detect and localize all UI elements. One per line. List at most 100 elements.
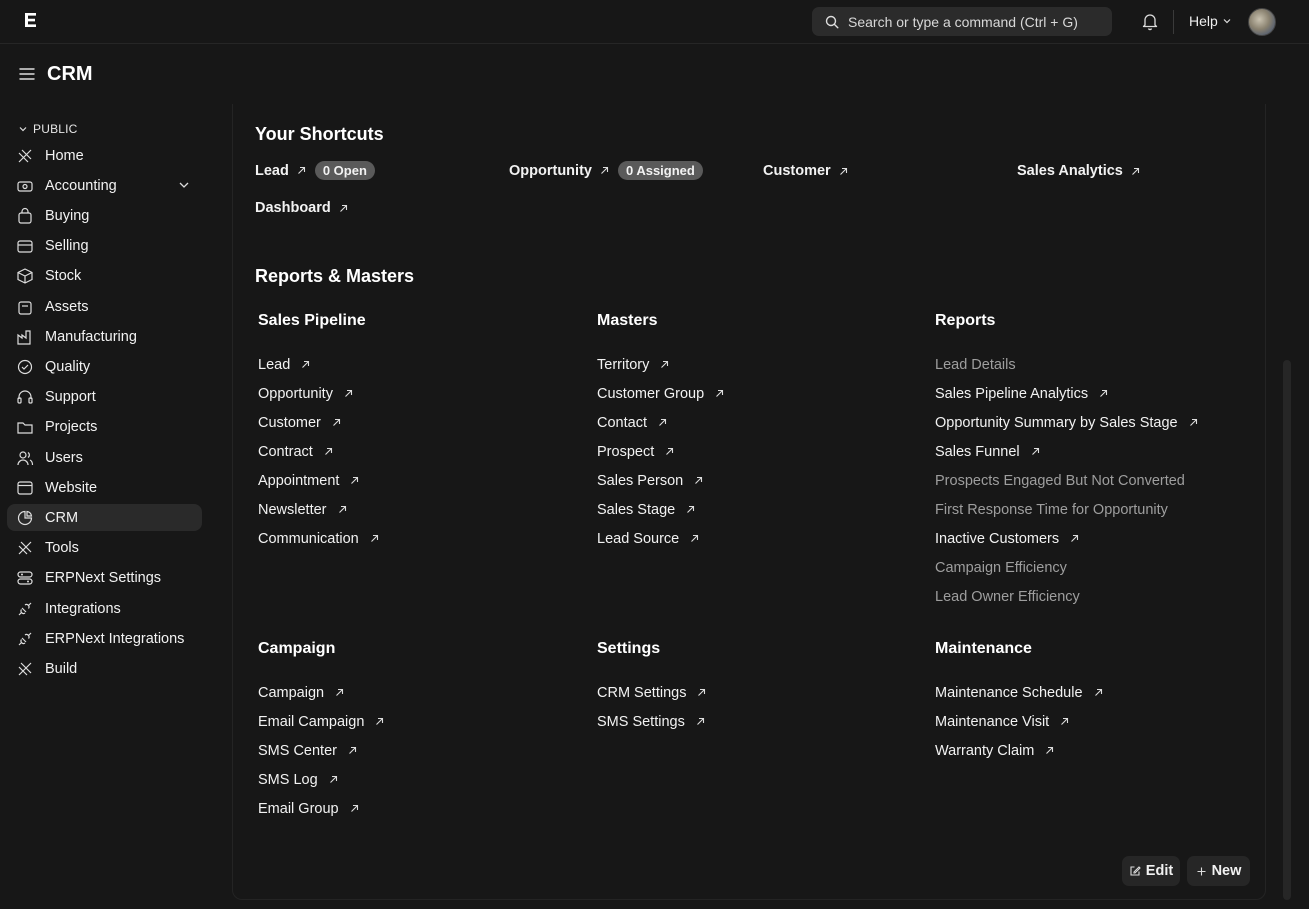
selling-icon: [16, 237, 34, 255]
link-item[interactable]: Opportunity: [258, 379, 578, 408]
user-avatar[interactable]: [1248, 8, 1276, 36]
search-bar[interactable]: Search or type a command (Ctrl + G): [812, 7, 1112, 36]
link-item[interactable]: Communication: [258, 524, 578, 553]
link-item[interactable]: Territory: [597, 350, 917, 379]
link-item[interactable]: Sales Person: [597, 466, 917, 495]
quality-icon: [16, 358, 34, 376]
sidebar-item-quality[interactable]: Quality: [7, 354, 202, 381]
scrollbar[interactable]: [1283, 360, 1291, 900]
link-label: SMS Settings: [597, 713, 685, 730]
sidebar-item-buying[interactable]: Buying: [7, 203, 202, 230]
link-label: SMS Log: [258, 771, 318, 788]
notification-bell-icon[interactable]: [1141, 12, 1159, 34]
sidebar-item-website[interactable]: Website: [7, 474, 202, 501]
arrow-up-right-icon: [329, 775, 337, 783]
link-item[interactable]: Campaign Efficiency: [935, 553, 1255, 582]
help-dropdown[interactable]: Help: [1189, 13, 1232, 29]
link-item[interactable]: First Response Time for Opportunity: [935, 495, 1255, 524]
sidebar-toggle-icon[interactable]: [19, 67, 35, 84]
sidebar-item-erpnext-settings[interactable]: ERPNext Settings: [7, 565, 202, 592]
link-label: Customer: [258, 414, 321, 431]
new-button[interactable]: New: [1187, 856, 1250, 886]
sidebar-item-manufacturing[interactable]: Manufacturing: [7, 323, 202, 350]
link-label: Sales Person: [597, 472, 684, 489]
sidebar-item-home[interactable]: Home: [7, 142, 202, 169]
sidebar-item-build[interactable]: Build: [7, 655, 202, 682]
link-item[interactable]: Customer: [258, 408, 578, 437]
link-item[interactable]: Lead Source: [597, 524, 917, 553]
link-item[interactable]: Appointment: [258, 466, 578, 495]
sidebar-item-users[interactable]: Users: [7, 444, 202, 471]
sidebar-item-support[interactable]: Support: [7, 384, 202, 411]
link-item[interactable]: Lead: [258, 350, 578, 379]
link-item[interactable]: Lead Owner Efficiency: [935, 582, 1255, 611]
link-item[interactable]: Campaign: [258, 678, 578, 707]
card-title: Sales Pipeline: [258, 312, 366, 329]
edit-button[interactable]: Edit: [1122, 856, 1180, 886]
sidebar: PUBLIC Home Accounting Buying Selling St…: [7, 118, 202, 682]
link-item[interactable]: Sales Funnel: [935, 437, 1255, 466]
link-item[interactable]: Inactive Customers: [935, 524, 1255, 553]
sidebar-item-assets[interactable]: Assets: [7, 293, 202, 320]
shortcut-lead[interactable]: Lead 0 Open: [255, 161, 375, 180]
link-item[interactable]: Email Group: [258, 794, 578, 823]
arrow-up-right-icon: [696, 717, 704, 725]
link-label: Territory: [597, 356, 650, 373]
app-logo[interactable]: [24, 12, 40, 32]
link-item[interactable]: Maintenance Schedule: [935, 678, 1255, 707]
shortcut-customer[interactable]: Customer: [763, 163, 848, 179]
shortcut-label: Dashboard: [255, 200, 331, 216]
sidebar-item-integrations[interactable]: Integrations: [7, 595, 202, 622]
link-item[interactable]: Warranty Claim: [935, 736, 1255, 765]
link-item[interactable]: Prospects Engaged But Not Converted: [935, 466, 1255, 495]
link-item[interactable]: SMS Settings: [597, 707, 917, 736]
link-item[interactable]: Sales Stage: [597, 495, 917, 524]
link-label: Contract: [258, 443, 313, 460]
card-title: Reports: [935, 312, 996, 329]
card-maintenance: Maintenance Maintenance Schedule Maintenan…: [935, 640, 1255, 765]
link-label: Maintenance Visit: [935, 713, 1050, 730]
link-label: Newsletter: [258, 501, 327, 518]
shortcut-dashboard[interactable]: Dashboard: [255, 200, 348, 216]
stock-icon: [16, 267, 34, 285]
link-item[interactable]: Contract: [258, 437, 578, 466]
sidebar-item-erpnext-integrations[interactable]: ERPNext Integrations: [7, 625, 202, 652]
page-title: CRM: [47, 63, 93, 85]
sidebar-item-crm[interactable]: CRM: [7, 504, 202, 532]
sidebar-group-public[interactable]: PUBLIC: [7, 118, 202, 139]
new-label: New: [1211, 863, 1242, 879]
users-icon: [16, 449, 34, 467]
sidebar-item-projects[interactable]: Projects: [7, 414, 202, 441]
link-item[interactable]: Customer Group: [597, 379, 917, 408]
link-item[interactable]: CRM Settings: [597, 678, 917, 707]
arrow-up-right-icon: [351, 476, 359, 484]
sidebar-item-selling[interactable]: Selling: [7, 233, 202, 260]
link-item[interactable]: Email Campaign: [258, 707, 578, 736]
sidebar-item-label: CRM: [45, 509, 79, 526]
link-item[interactable]: Sales Pipeline Analytics: [935, 379, 1255, 408]
card-title: Maintenance: [935, 640, 1032, 657]
link-list: Lead Opportunity Customer Contract Appointme…: [258, 350, 578, 553]
shortcut-opportunity[interactable]: Opportunity 0 Assigned: [509, 161, 703, 180]
sidebar-item-stock[interactable]: Stock: [7, 263, 202, 290]
link-item[interactable]: Maintenance Visit: [935, 707, 1255, 736]
sidebar-item-tools[interactable]: Tools: [7, 535, 202, 562]
link-item[interactable]: Newsletter: [258, 495, 578, 524]
search-icon: [825, 15, 839, 29]
link-item[interactable]: SMS Center: [258, 736, 578, 765]
sidebar-item-accounting[interactable]: Accounting: [7, 172, 202, 199]
crm-icon: [16, 509, 34, 527]
sidebar-group-label: PUBLIC: [33, 121, 78, 136]
link-item[interactable]: Contact: [597, 408, 917, 437]
shortcut-sales-analytics[interactable]: Sales Analytics: [1017, 163, 1140, 179]
link-label: Contact: [597, 414, 647, 431]
link-item[interactable]: SMS Log: [258, 765, 578, 794]
link-item[interactable]: Lead Details: [935, 350, 1255, 379]
link-label: Sales Pipeline Analytics: [935, 385, 1089, 402]
link-list: Lead Details Sales Pipeline Analytics Oppo…: [935, 350, 1255, 611]
link-list: Maintenance Schedule Maintenance Visit War…: [935, 678, 1255, 765]
link-item[interactable]: Prospect: [597, 437, 917, 466]
arrow-up-right-icon: [601, 166, 609, 174]
chevron-down-icon[interactable]: [178, 179, 190, 191]
link-item[interactable]: Opportunity Summary by Sales Stage: [935, 408, 1255, 437]
